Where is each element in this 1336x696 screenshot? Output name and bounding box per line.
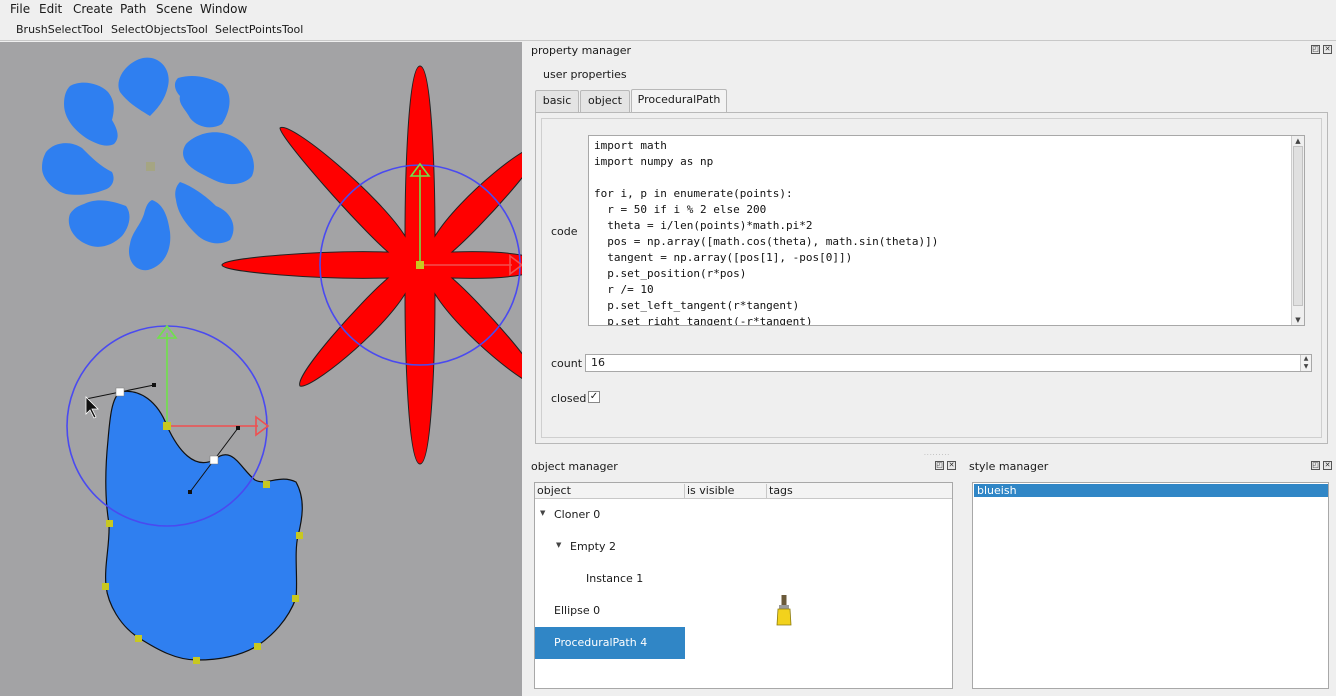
selected-blob-shape[interactable]	[104, 390, 303, 661]
scroll-up-icon[interactable]: ▲	[1294, 137, 1302, 145]
menu-path[interactable]: Path	[120, 2, 146, 16]
application-window: File Edit Create Path Scene Window Brush…	[0, 0, 1336, 696]
checkmark-icon: ✓	[589, 391, 599, 402]
control-point[interactable]	[193, 657, 200, 664]
close-icon[interactable]: ✕	[1323, 461, 1332, 470]
closed-checkbox[interactable]: ✓	[588, 391, 600, 403]
cloned-blob[interactable]	[64, 82, 118, 146]
selected-control-point[interactable]	[209, 455, 219, 465]
control-point[interactable]	[106, 520, 113, 527]
cloner-ring	[42, 57, 254, 271]
tree-row-label[interactable]: ProceduralPath 4	[554, 636, 647, 649]
code-editor[interactable]: import math import numpy as np for i, p …	[588, 135, 1305, 326]
tree-row-label[interactable]: Ellipse 0	[554, 604, 600, 617]
menu-window[interactable]: Window	[200, 2, 247, 16]
viewport-canvas[interactable]	[0, 42, 522, 696]
count-spinbox[interactable]: 16 ▲ ▼	[585, 354, 1312, 372]
close-icon[interactable]: ✕	[1323, 45, 1332, 54]
tree-row-label[interactable]: Empty 2	[570, 540, 616, 553]
cloned-blob[interactable]	[128, 200, 171, 271]
tree-row-cloner[interactable]: ▼ Cloner 0	[535, 499, 952, 531]
cloner-center-marker	[146, 162, 155, 171]
tree-row-label[interactable]: Cloner 0	[554, 508, 600, 521]
control-point[interactable]	[254, 643, 261, 650]
cloned-blob[interactable]	[174, 76, 230, 128]
tree-row-procedural-path[interactable]: ProceduralPath 4	[535, 627, 952, 659]
cloned-blob[interactable]	[68, 200, 130, 247]
viewport-drawing	[42, 57, 522, 664]
tangent-handle[interactable]	[188, 490, 192, 494]
control-point[interactable]	[163, 422, 171, 430]
property-manager-dock-buttons: ◰ ✕	[1311, 45, 1333, 55]
control-point[interactable]	[102, 583, 109, 590]
tree-row-instance[interactable]: Instance 1	[535, 563, 952, 595]
cloned-blob[interactable]	[42, 143, 114, 195]
column-is-visible[interactable]: is visible	[685, 484, 767, 498]
count-label: count	[551, 357, 583, 370]
column-object[interactable]: object	[535, 484, 685, 498]
tangent-handle[interactable]	[236, 426, 240, 430]
object-manager-title: object manager	[531, 460, 618, 473]
paintbrush-icon[interactable]	[775, 595, 793, 627]
float-icon[interactable]: ◰	[1311, 461, 1320, 470]
closed-label: closed	[551, 392, 587, 405]
menu-edit[interactable]: Edit	[39, 2, 62, 16]
tree-row-label[interactable]: Instance 1	[586, 572, 643, 585]
expand-arrow-icon[interactable]: ▼	[540, 509, 545, 517]
expand-arrow-icon[interactable]: ▼	[556, 541, 561, 549]
brush-select-tool-button[interactable]: BrushSelectTool	[16, 23, 103, 37]
float-icon[interactable]: ◰	[1311, 45, 1320, 54]
tab-basic[interactable]: basic	[535, 90, 579, 112]
count-value[interactable]: 16	[591, 356, 605, 369]
code-scrollbar[interactable]: ▲ ▼	[1291, 136, 1304, 325]
select-objects-tool-button[interactable]: SelectObjectsTool	[111, 23, 208, 37]
control-point[interactable]	[263, 481, 270, 488]
tree-row-empty[interactable]: ▼ Empty 2	[535, 531, 952, 563]
cloned-blob[interactable]	[175, 182, 234, 244]
close-icon[interactable]: ✕	[947, 461, 956, 470]
object-manager-dock-buttons: ◰ ✕	[935, 461, 957, 471]
style-manager-title: style manager	[969, 460, 1049, 473]
tangent-handle[interactable]	[152, 383, 156, 387]
menu-scene[interactable]: Scene	[156, 2, 193, 16]
spin-arrows-icon[interactable]: ▲ ▼	[1300, 355, 1311, 371]
control-point[interactable]	[296, 532, 303, 539]
code-text[interactable]: import math import numpy as np for i, p …	[594, 138, 938, 325]
mouse-cursor-icon	[85, 396, 99, 419]
user-properties-label: user properties	[543, 68, 627, 81]
selected-procedural-path	[66, 324, 303, 664]
selected-control-point[interactable]	[115, 387, 125, 397]
style-list[interactable]: blueish	[972, 482, 1329, 689]
object-tree[interactable]: object is visible tags ▼ Cloner 0 ▼ Empt…	[534, 482, 953, 689]
select-points-tool-button[interactable]: SelectPointsTool	[215, 23, 303, 37]
style-item[interactable]: blueish	[974, 484, 1328, 497]
scrollbar-thumb[interactable]	[1293, 146, 1303, 306]
code-label: code	[551, 225, 578, 238]
splitter-handle[interactable]: ·········	[924, 452, 950, 459]
scroll-down-icon[interactable]: ▼	[1294, 316, 1302, 324]
control-point[interactable]	[135, 635, 142, 642]
style-manager-dock-buttons: ◰ ✕	[1311, 461, 1333, 471]
float-icon[interactable]: ◰	[935, 461, 944, 470]
menu-create[interactable]: Create	[73, 2, 113, 16]
column-tags[interactable]: tags	[767, 484, 952, 498]
cloned-blob[interactable]	[183, 132, 254, 185]
object-tree-header: object is visible tags	[535, 483, 952, 499]
control-point[interactable]	[292, 595, 299, 602]
star-origin-handle[interactable]	[416, 261, 424, 269]
tab-object[interactable]: object	[580, 90, 630, 112]
cloned-blob[interactable]	[118, 57, 169, 116]
menu-bar: File Edit Create Path Scene Window	[0, 0, 1336, 18]
tab-procedural-path[interactable]: ProceduralPath	[631, 89, 727, 113]
tree-row-ellipse[interactable]: Ellipse 0	[535, 595, 952, 627]
property-manager-title: property manager	[531, 44, 632, 57]
procedural-star	[221, 65, 522, 465]
tool-bar: BrushSelectTool SelectObjectsTool Select…	[0, 19, 1336, 41]
menu-file[interactable]: File	[10, 2, 30, 16]
